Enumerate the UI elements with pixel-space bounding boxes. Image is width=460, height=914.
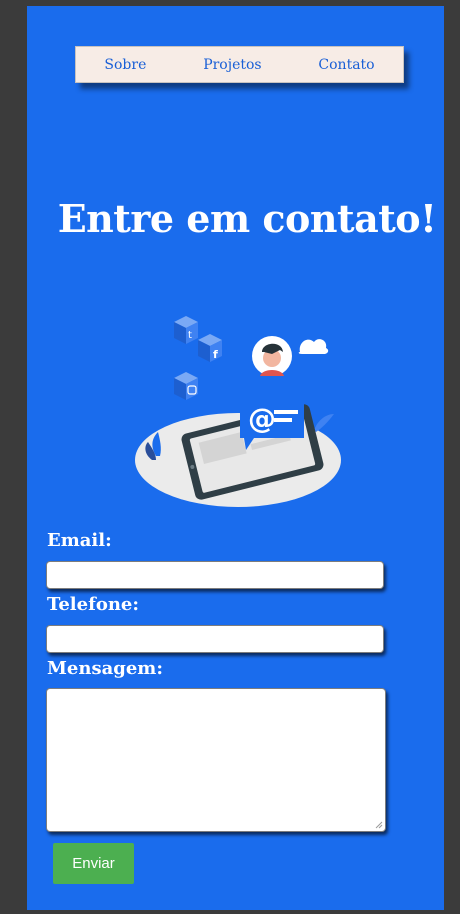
svg-text:f: f [213, 348, 218, 361]
resize-handle-icon[interactable] [375, 821, 383, 829]
submit-button[interactable]: Enviar [53, 843, 134, 884]
page-title: Entre em contato! [57, 196, 437, 241]
email-label: Email: [47, 530, 112, 551]
message-textarea[interactable] [46, 688, 386, 832]
phone-input[interactable] [46, 625, 384, 653]
contact-illustration: @ t f [135, 316, 341, 507]
top-navigation: Sobre Projetos Contato [75, 46, 404, 83]
email-input[interactable] [46, 561, 384, 589]
nav-link-sobre[interactable]: Sobre [104, 57, 146, 73]
nav-link-projetos[interactable]: Projetos [203, 57, 261, 73]
nav-link-contato[interactable]: Contato [318, 57, 374, 73]
svg-text:@: @ [248, 402, 276, 435]
contact-page: Sobre Projetos Contato Entre em contato!… [27, 6, 444, 910]
svg-text:t: t [188, 330, 192, 341]
phone-label: Telefone: [47, 594, 140, 615]
message-label: Mensagem: [47, 658, 163, 679]
